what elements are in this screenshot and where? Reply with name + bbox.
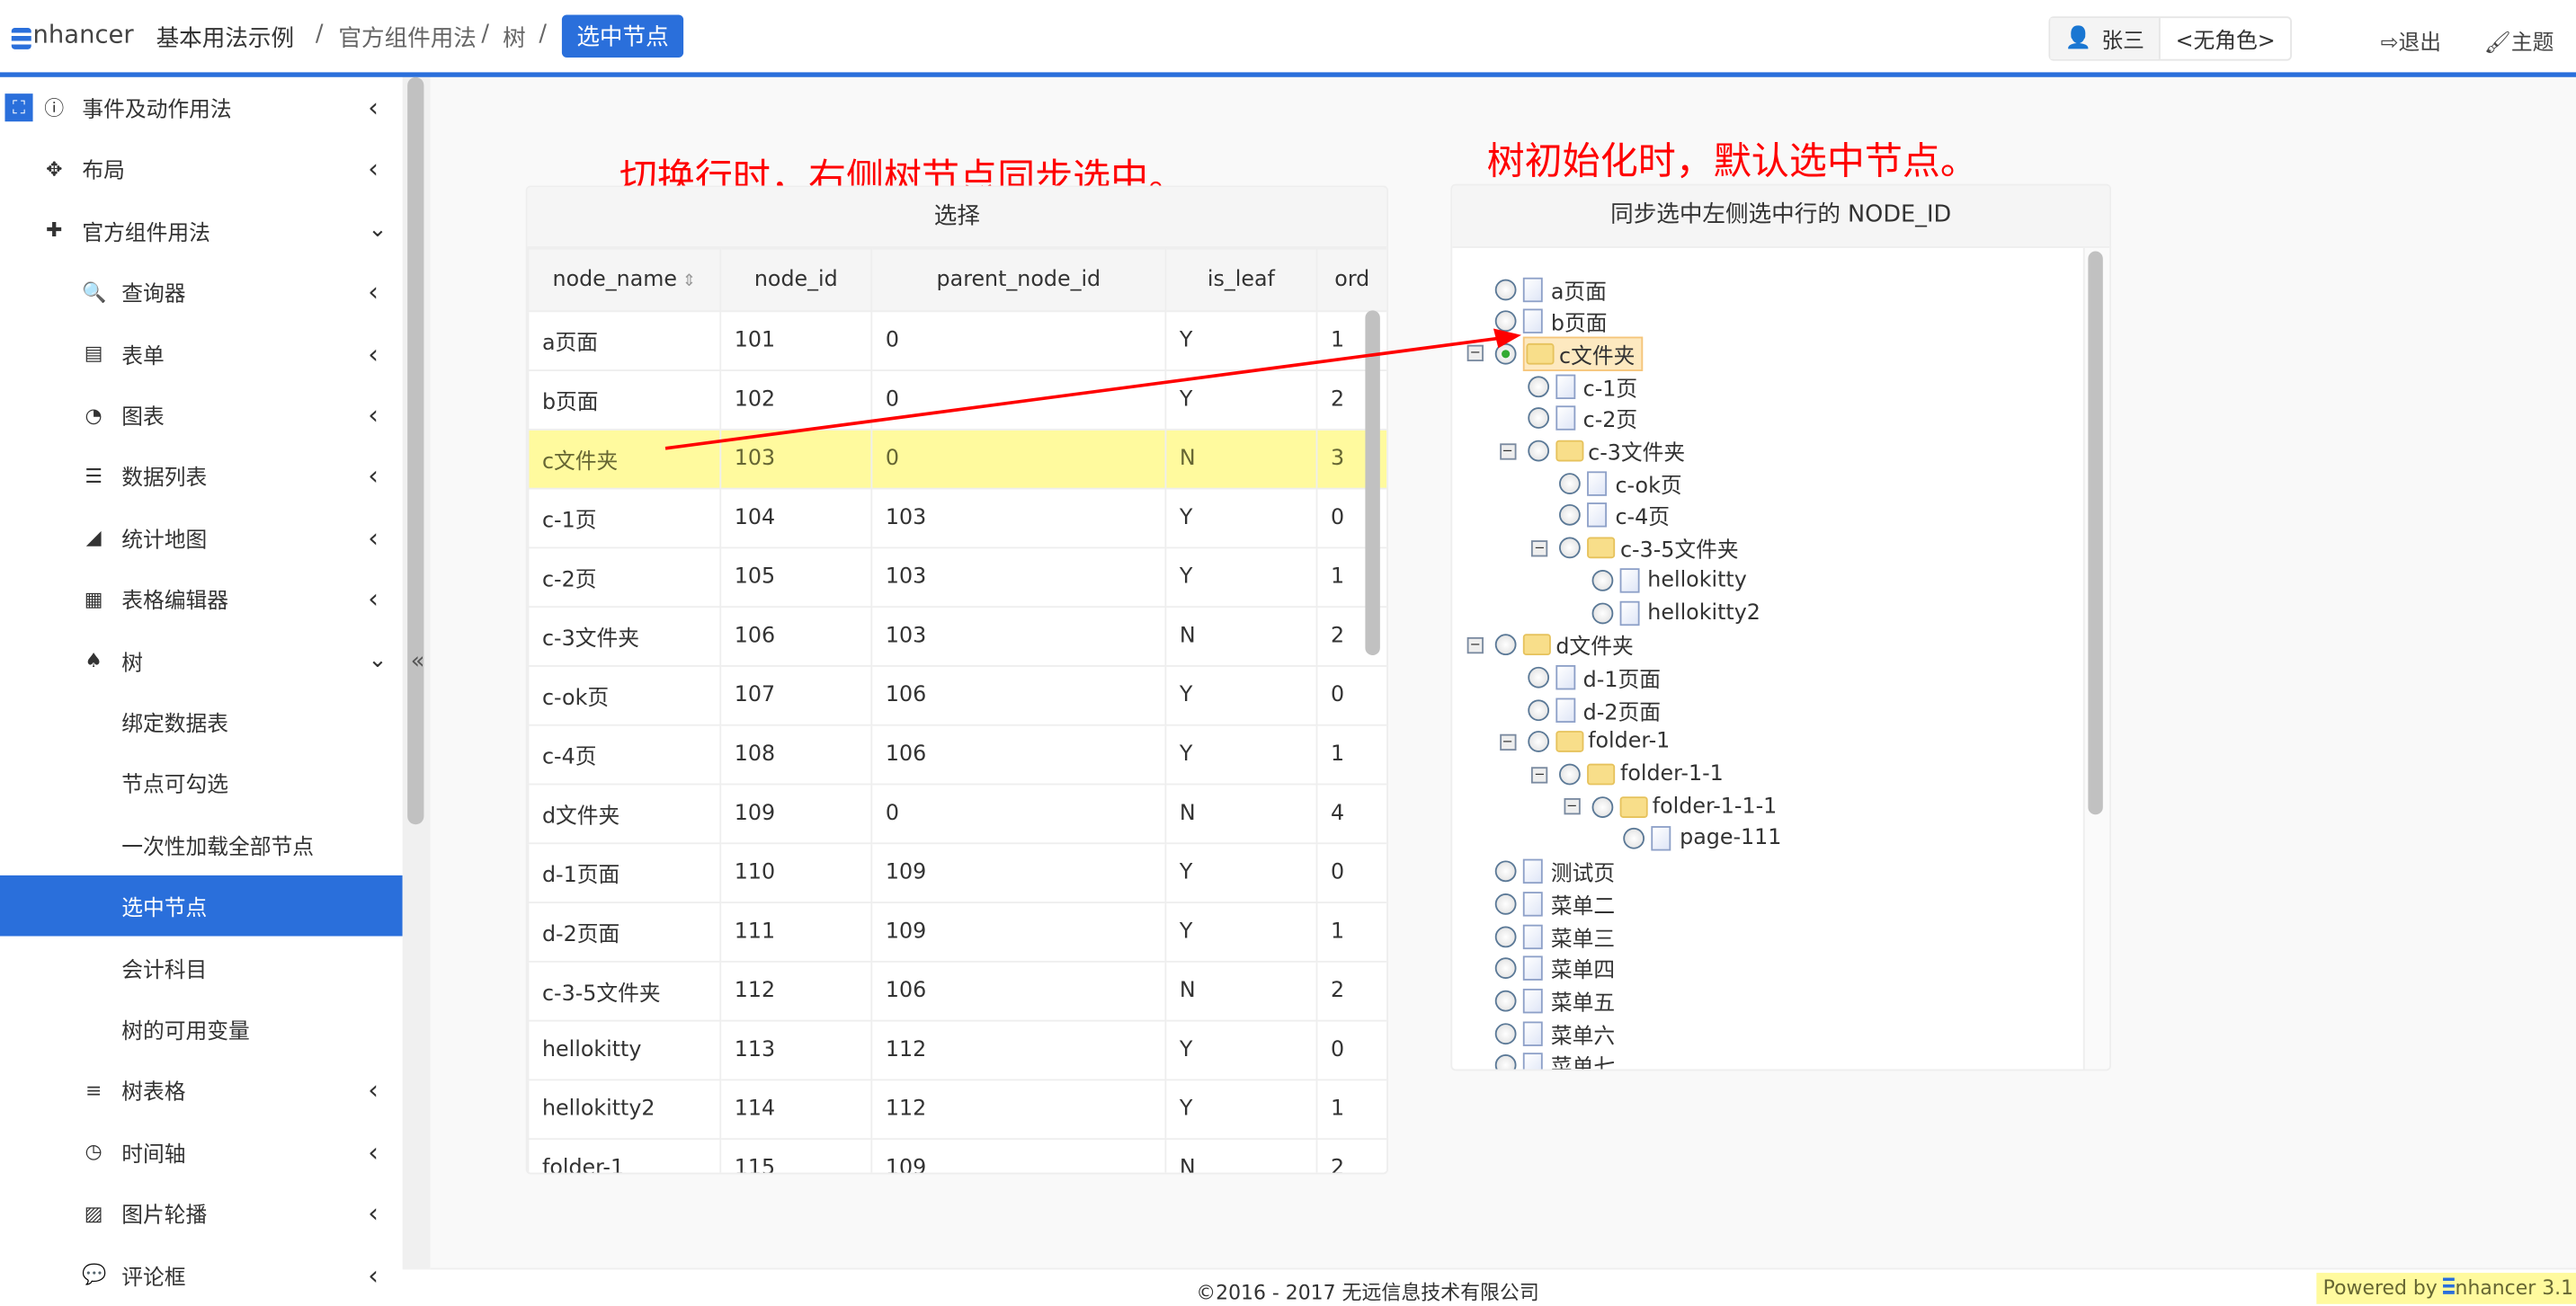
powered-by: Powered by nhancer 3.1 — [2316, 1273, 2576, 1304]
powered-prefix: Powered by — [2322, 1275, 2438, 1300]
powered-brand: nhancer 3.1 — [2455, 1275, 2574, 1300]
annotation-arrow — [664, 328, 1521, 450]
copyright: ©2016 - 2017 无远信息技术有限公司 — [1196, 1281, 1539, 1304]
footer: ©2016 - 2017 无远信息技术有限公司 Powered by nhanc… — [430, 1267, 2576, 1304]
logo-icon — [2443, 1277, 2456, 1294]
